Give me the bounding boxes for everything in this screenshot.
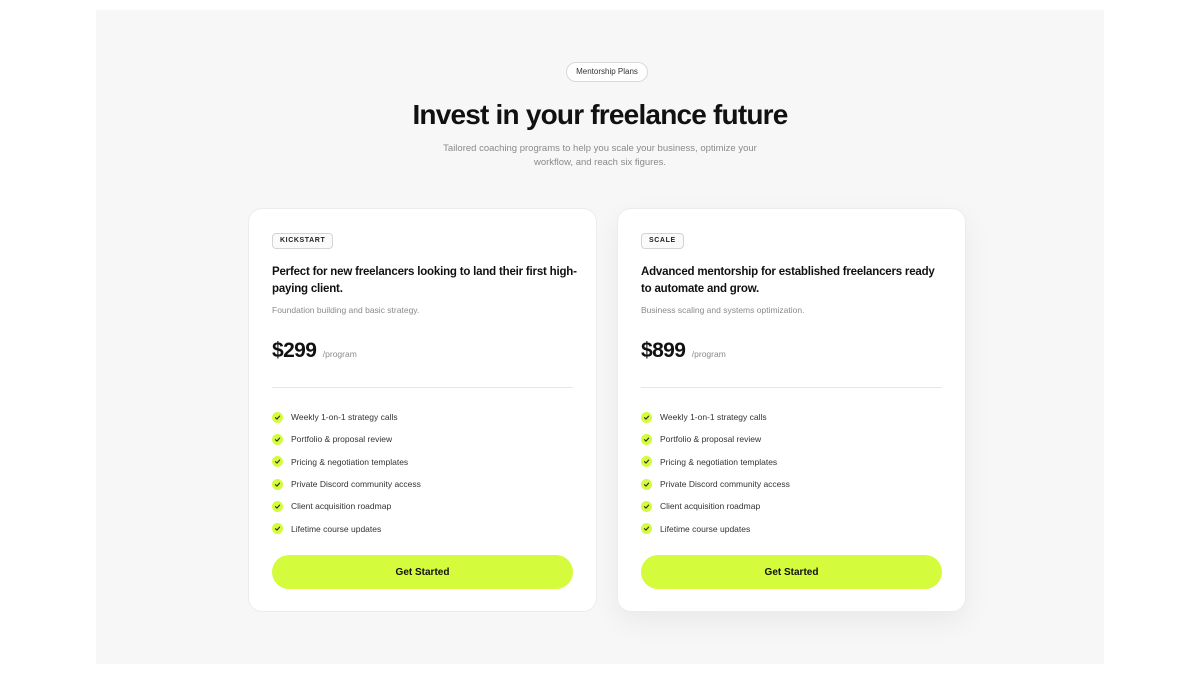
- plan-divider: [272, 387, 573, 388]
- feature-item: Portfolio & proposal review: [641, 428, 790, 450]
- feature-item: Pricing & negotiation templates: [641, 451, 790, 473]
- feature-label: Portfolio & proposal review: [660, 434, 762, 445]
- plan-period: /program: [691, 349, 726, 359]
- feature-label: Lifetime course updates: [660, 523, 751, 534]
- feature-item: Private Discord community access: [641, 473, 790, 495]
- check-icon: [641, 523, 652, 535]
- plan-card-kickstart: KICKSTART Perfect for new freelancers lo…: [248, 208, 597, 612]
- get-started-button[interactable]: Get Started: [272, 555, 573, 589]
- check-icon: [641, 500, 652, 512]
- plan-price-row: $899 /program: [641, 339, 726, 363]
- section-eyebrow-pill: Mentorship Plans: [566, 62, 648, 82]
- plan-feature-list: Weekly 1-on-1 strategy calls Portfolio &…: [272, 406, 421, 540]
- pricing-section: Mentorship Plans Invest in your freelanc…: [96, 10, 1104, 664]
- check-icon: [641, 478, 652, 490]
- check-icon: [641, 411, 652, 423]
- plan-badge: SCALE: [641, 233, 684, 249]
- plan-price-row: $299 /program: [272, 339, 357, 363]
- plan-badge: KICKSTART: [272, 233, 334, 249]
- check-icon: [272, 433, 283, 445]
- feature-item: Private Discord community access: [272, 473, 421, 495]
- feature-label: Portfolio & proposal review: [291, 434, 393, 445]
- feature-label: Private Discord community access: [291, 479, 421, 490]
- check-icon: [272, 523, 283, 535]
- check-icon: [641, 433, 652, 445]
- feature-item: Weekly 1-on-1 strategy calls: [641, 406, 790, 428]
- check-icon: [272, 411, 283, 423]
- feature-label: Pricing & negotiation templates: [660, 456, 778, 467]
- plan-tagline: Perfect for new freelancers looking to l…: [272, 266, 577, 295]
- feature-item: Client acquisition roadmap: [641, 495, 790, 517]
- feature-item: Weekly 1-on-1 strategy calls: [272, 406, 421, 428]
- feature-label: Client acquisition roadmap: [660, 501, 761, 512]
- plan-divider: [641, 387, 942, 388]
- check-icon: [272, 500, 283, 512]
- feature-label: Weekly 1-on-1 strategy calls: [291, 412, 398, 423]
- plan-price: $899: [641, 339, 686, 362]
- feature-item: Lifetime course updates: [641, 517, 790, 539]
- plan-feature-list: Weekly 1-on-1 strategy calls Portfolio &…: [641, 406, 790, 540]
- feature-item: Pricing & negotiation templates: [272, 451, 421, 473]
- feature-label: Client acquisition roadmap: [291, 501, 392, 512]
- feature-label: Lifetime course updates: [291, 523, 382, 534]
- check-icon: [641, 456, 652, 468]
- section-subtitle: Tailored coaching programs to help you s…: [443, 143, 757, 168]
- plan-price: $299: [272, 339, 317, 362]
- plan-card-scale: SCALE Advanced mentorship for establishe…: [617, 208, 966, 612]
- feature-item: Lifetime course updates: [272, 517, 421, 539]
- check-icon: [272, 478, 283, 490]
- plan-description: Business scaling and systems optimizatio…: [641, 305, 805, 315]
- feature-item: Portfolio & proposal review: [272, 428, 421, 450]
- plan-period: /program: [322, 349, 357, 359]
- section-title: Invest in your freelance future: [412, 99, 788, 130]
- check-icon: [272, 456, 283, 468]
- feature-label: Private Discord community access: [660, 479, 790, 490]
- feature-item: Client acquisition roadmap: [272, 495, 421, 517]
- feature-label: Weekly 1-on-1 strategy calls: [660, 412, 767, 423]
- plan-tagline: Advanced mentorship for established free…: [641, 266, 935, 295]
- get-started-button[interactable]: Get Started: [641, 555, 942, 589]
- plan-description: Foundation building and basic strategy.: [272, 305, 420, 315]
- feature-label: Pricing & negotiation templates: [291, 456, 409, 467]
